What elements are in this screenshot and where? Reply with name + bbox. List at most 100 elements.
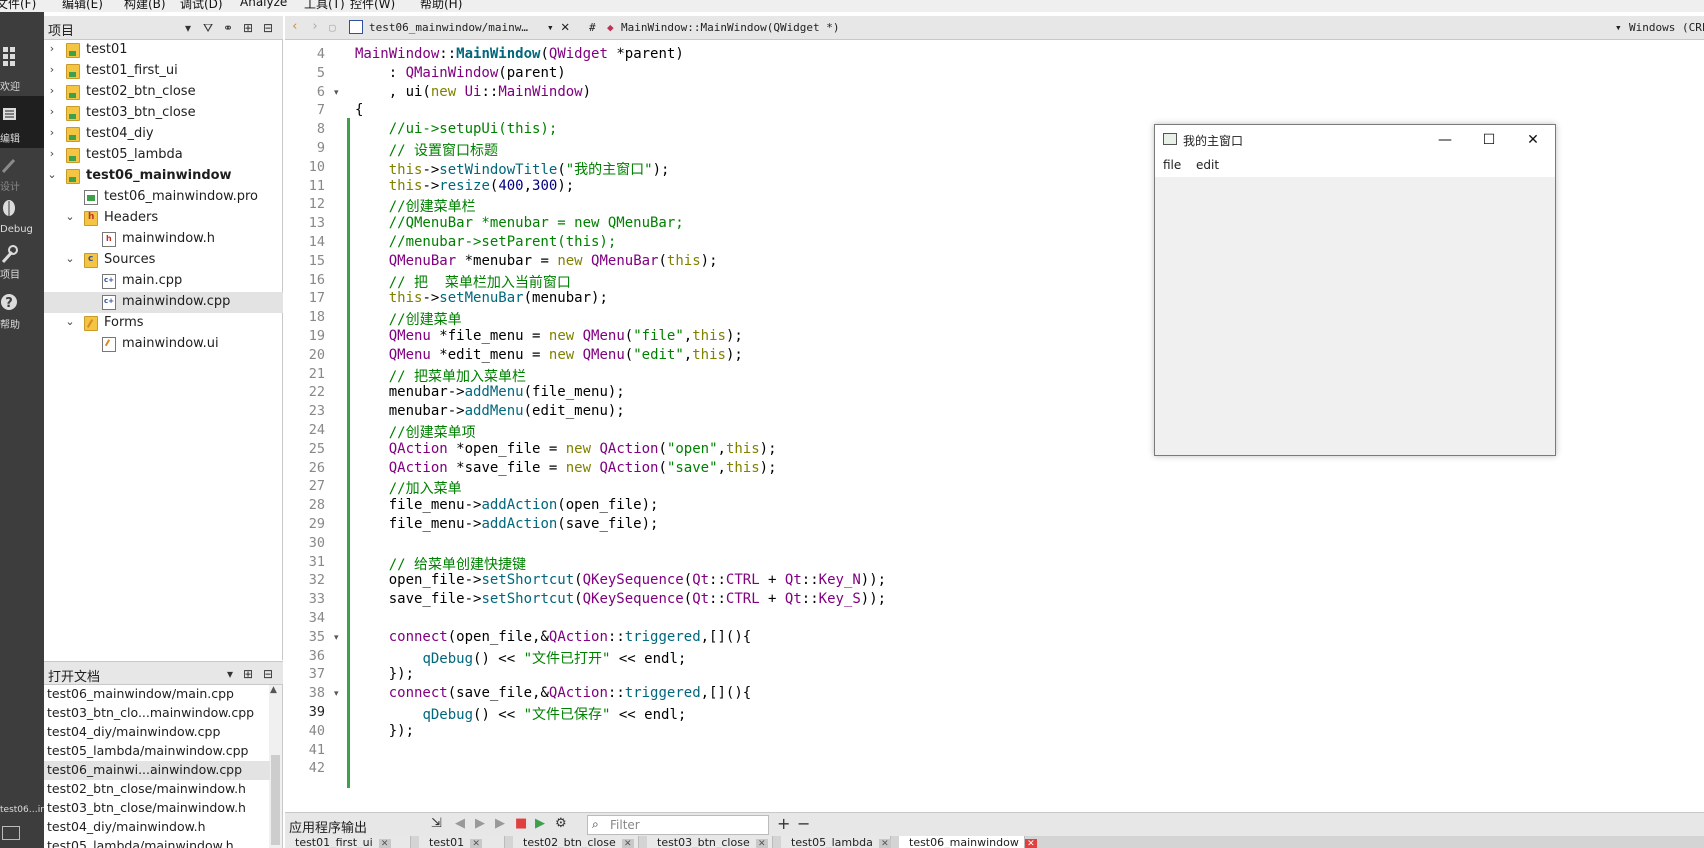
close-tab-icon[interactable]: ✕: [470, 839, 483, 848]
clear-output-icon[interactable]: ⇲: [431, 816, 442, 831]
encoding-selector[interactable]: Windows (CRLF): [1629, 21, 1704, 34]
output-tab[interactable]: test05_lambda ✕: [781, 836, 891, 848]
open-document-item[interactable]: test06_mainwi...ainwindow.cpp: [44, 761, 270, 780]
mode-help[interactable]: ? 帮助: [0, 286, 44, 338]
open-document-item[interactable]: test03_btn_close/mainwindow.h: [44, 799, 270, 818]
scrollbar-thumb[interactable]: [271, 755, 280, 845]
tree-item[interactable]: mainwindow.cpp: [44, 292, 283, 313]
split-icon[interactable]: ⊞: [240, 20, 256, 36]
next-icon[interactable]: ▶: [475, 816, 485, 831]
minimize-button[interactable]: —: [1423, 128, 1467, 152]
tree-item[interactable]: › test02_btn_close: [44, 82, 283, 103]
output-filter-input[interactable]: ⌕ Filter: [587, 815, 769, 835]
menu-item[interactable]: 工具(T): [304, 0, 345, 12]
tree-item[interactable]: ⌄ test06_mainwindow: [44, 166, 283, 187]
fold-toggle-icon[interactable]: ▾: [334, 88, 339, 98]
rerun-icon[interactable]: ▶: [535, 816, 545, 831]
close-tab-icon[interactable]: ✕: [755, 839, 768, 848]
link-icon[interactable]: ⚭: [220, 20, 236, 36]
window-titlebar[interactable]: 我的主窗口 — ☐ ✕: [1155, 125, 1555, 155]
chevron-down-icon[interactable]: ⌄: [64, 315, 76, 328]
chevron-right-icon[interactable]: ›: [46, 105, 58, 118]
output-tab[interactable]: test01 ✕: [419, 836, 505, 848]
tree-item[interactable]: ⌄ Headers: [44, 208, 283, 229]
chevron-down-icon[interactable]: ⌄: [64, 252, 76, 265]
close-tab-icon[interactable]: ✕: [1024, 839, 1037, 848]
menu-item[interactable]: 帮助(H): [420, 0, 462, 12]
output-tab[interactable]: test01_first_ui ✕: [285, 836, 411, 848]
menu-item[interactable]: 编辑(E): [62, 0, 103, 12]
tree-item[interactable]: test06_mainwindow.pro: [44, 187, 283, 208]
open-document-item[interactable]: test02_btn_close/mainwindow.h: [44, 780, 270, 799]
open-document-item[interactable]: test04_diy/mainwindow.cpp: [44, 723, 270, 742]
output-tab[interactable]: test06_mainwindow ✕: [899, 836, 1037, 848]
chevron-right-icon[interactable]: ›: [46, 63, 58, 76]
tree-item[interactable]: › test03_btn_close: [44, 103, 283, 124]
close-tab-icon[interactable]: ✕: [378, 839, 391, 848]
open-document-item[interactable]: test05_lambda/mainwindow.cpp: [44, 742, 270, 761]
chevron-right-icon[interactable]: ›: [46, 42, 58, 55]
output-tab[interactable]: test02_btn_close ✕: [513, 836, 639, 848]
scrollbar[interactable]: ▲: [269, 685, 282, 848]
open-document-item[interactable]: test04_diy/mainwindow.h: [44, 818, 270, 837]
output-tab[interactable]: test03_btn_close ✕: [647, 836, 773, 848]
tree-item[interactable]: › test01: [44, 40, 283, 61]
chevron-right-icon[interactable]: ›: [46, 147, 58, 160]
mode-projects[interactable]: 项目: [0, 238, 44, 290]
mode-edit[interactable]: 编辑: [0, 96, 44, 148]
chevron-down-icon[interactable]: ▾: [180, 20, 196, 36]
settings-icon[interactable]: ⚙: [555, 816, 567, 831]
fold-toggle-icon[interactable]: ▾: [334, 689, 339, 699]
chevron-down-icon[interactable]: ⌄: [46, 168, 58, 181]
maximize-button[interactable]: ☐: [1467, 128, 1511, 152]
remove-icon[interactable]: −: [797, 814, 810, 833]
tree-item[interactable]: › test04_diy: [44, 124, 283, 145]
mode-welcome[interactable]: 欢迎: [0, 42, 44, 94]
chevron-down-icon[interactable]: ▾: [222, 666, 238, 682]
tree-item[interactable]: › test05_lambda: [44, 145, 283, 166]
open-document-item[interactable]: test06_mainwindow/main.cpp: [44, 685, 270, 704]
scroll-up-icon[interactable]: ▲: [270, 685, 277, 695]
symbol-selector[interactable]: MainWindow::MainWindow(QWidget *): [621, 21, 840, 34]
forward-icon[interactable]: ›: [311, 19, 319, 34]
menu-item[interactable]: 构建(B): [124, 0, 166, 12]
tree-item[interactable]: › test01_first_ui: [44, 61, 283, 82]
chevron-right-icon[interactable]: ›: [46, 126, 58, 139]
add-icon[interactable]: +: [777, 814, 790, 833]
chevron-down-icon[interactable]: ▾: [547, 21, 554, 34]
filter-icon[interactable]: ⛛: [200, 20, 216, 36]
fold-toggle-icon[interactable]: ▾: [334, 633, 339, 643]
menu-item[interactable]: Analyze: [240, 0, 287, 9]
menu-edit[interactable]: edit: [1196, 158, 1219, 172]
close-icon[interactable]: ✕: [561, 19, 569, 35]
mode-debug[interactable]: Debug: [0, 192, 44, 244]
split-icon[interactable]: ⊞: [240, 666, 256, 682]
close-button[interactable]: ✕: [1511, 128, 1555, 152]
close-panel-icon[interactable]: ⊟: [260, 20, 276, 36]
menu-file[interactable]: file: [1163, 158, 1181, 172]
monitor-icon[interactable]: [2, 826, 20, 840]
chevron-down-icon[interactable]: ▾: [1615, 21, 1622, 34]
tree-item[interactable]: ⌄ Sources: [44, 250, 283, 271]
tree-item[interactable]: mainwindow.h: [44, 229, 283, 250]
stop-icon[interactable]: ■: [515, 816, 527, 831]
run-icon[interactable]: ▶: [495, 816, 505, 831]
close-panel-icon[interactable]: ⊟: [260, 666, 276, 682]
preview-main-window[interactable]: 我的主窗口 — ☐ ✕ file edit: [1154, 124, 1556, 456]
active-project-label[interactable]: test06…indow: [0, 805, 44, 815]
close-tab-icon[interactable]: ✕: [878, 839, 891, 848]
menu-item[interactable]: 文件(F): [0, 0, 36, 12]
close-tab-icon[interactable]: ✕: [621, 839, 634, 848]
prev-icon[interactable]: ◀: [455, 816, 465, 831]
tree-item[interactable]: main.cpp: [44, 271, 283, 292]
back-icon[interactable]: ‹: [291, 19, 299, 34]
menu-item[interactable]: 调试(D): [180, 0, 223, 12]
tree-item[interactable]: mainwindow.ui: [44, 334, 283, 355]
chevron-right-icon[interactable]: ›: [46, 84, 58, 97]
open-document-item[interactable]: test03_btn_clo...mainwindow.cpp: [44, 704, 270, 723]
editor-file-selector[interactable]: test06_mainwindow/mainw…: [369, 21, 528, 34]
open-document-item[interactable]: test05_lambda/mainwindow.h: [44, 837, 270, 848]
tree-item[interactable]: ⌄ Forms: [44, 313, 283, 334]
menu-item[interactable]: 控件(W): [350, 0, 395, 12]
chevron-down-icon[interactable]: ⌄: [64, 210, 76, 223]
